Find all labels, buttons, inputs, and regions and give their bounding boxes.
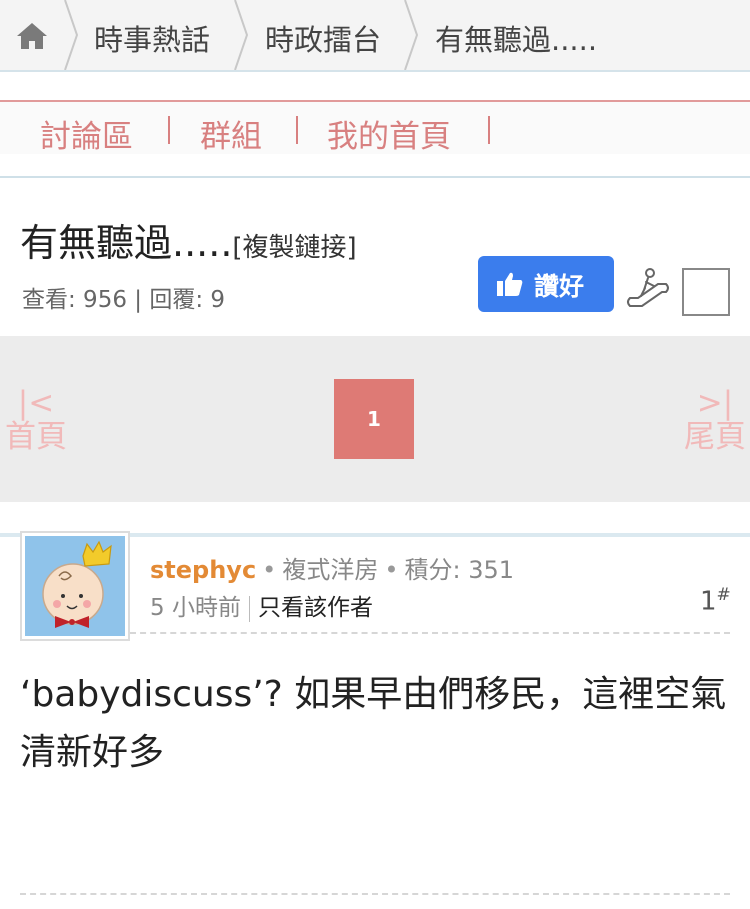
username-link[interactable]: stephyc bbox=[150, 556, 256, 584]
meta-divider bbox=[248, 595, 250, 622]
only-author-link[interactable]: 只看該作者 bbox=[258, 595, 373, 621]
last-page-arrow: >| bbox=[696, 385, 734, 421]
last-page-button[interactable]: >| 尾頁 bbox=[682, 386, 748, 454]
pagination: |< 首頁 1 >| 尾頁 bbox=[0, 336, 750, 502]
escalator-icon[interactable] bbox=[624, 268, 672, 312]
nav-divider bbox=[296, 116, 298, 144]
nav-forum[interactable]: 討論區 bbox=[40, 111, 133, 156]
breadcrumb-item-thread[interactable]: 有無聽過..... bbox=[435, 17, 597, 59]
main-nav: 討論區 群組 我的首頁 bbox=[0, 100, 750, 156]
post-header-divider bbox=[130, 632, 730, 634]
avatar-image bbox=[25, 536, 125, 636]
post-body: ‘babydiscuss’? 如果早由們移民，這裡空氣清新好多 bbox=[20, 674, 727, 773]
first-page-arrow: |< bbox=[17, 385, 55, 421]
floor-number[interactable]: 1# bbox=[700, 585, 731, 617]
thread-title: 有無聽過.....[複製鏈接] bbox=[20, 212, 357, 267]
nav-divider bbox=[168, 116, 170, 144]
floor-value: 1 bbox=[700, 586, 717, 617]
post-author-info: stephyc • 複式洋房 • 積分: 351 bbox=[150, 550, 514, 585]
post-footer-divider bbox=[20, 893, 730, 895]
breadcrumb-item-politics-arena[interactable]: 時政擂台 bbox=[265, 17, 381, 59]
current-page-button[interactable]: 1 bbox=[334, 379, 414, 459]
thumbs-up-icon bbox=[497, 272, 523, 296]
separator-dot: • bbox=[384, 556, 399, 584]
breadcrumb-separator bbox=[64, 0, 78, 70]
first-page-button[interactable]: |< 首頁 bbox=[4, 386, 68, 454]
first-page-label: 首頁 bbox=[5, 419, 67, 456]
breadcrumb-item-current-affairs[interactable]: 時事熱話 bbox=[94, 17, 210, 59]
user-points: 積分: 351 bbox=[404, 556, 515, 584]
nav-groups[interactable]: 群組 bbox=[200, 111, 262, 156]
user-rank: 複式洋房 bbox=[282, 556, 379, 584]
like-button[interactable]: 讚好 bbox=[478, 256, 614, 312]
floor-mark: # bbox=[716, 585, 731, 605]
breadcrumb: 時事熱話 時政擂台 有無聽過..... bbox=[0, 0, 750, 72]
post-meta: 5 小時前 只看該作者 bbox=[150, 588, 373, 622]
thread-header: 有無聽過.....[複製鏈接] 查看: 956 | 回覆: 9 讚好 bbox=[0, 176, 750, 336]
thread-stats: 查看: 956 | 回覆: 9 bbox=[22, 287, 226, 313]
breadcrumb-separator bbox=[404, 0, 418, 70]
last-page-label: 尾頁 bbox=[684, 419, 746, 456]
separator-dot: • bbox=[262, 556, 277, 584]
nav-divider bbox=[488, 116, 490, 144]
home-icon[interactable] bbox=[14, 20, 50, 52]
like-label: 讚好 bbox=[534, 272, 585, 301]
select-checkbox[interactable] bbox=[682, 268, 730, 316]
post-time: 5 小時前 bbox=[150, 595, 241, 621]
copy-link-button[interactable]: [複製鏈接] bbox=[232, 233, 356, 263]
breadcrumb-separator bbox=[234, 0, 248, 70]
thread-title-text: 有無聽過..... bbox=[20, 221, 233, 265]
avatar[interactable] bbox=[20, 531, 130, 641]
nav-my-home[interactable]: 我的首頁 bbox=[327, 111, 451, 156]
